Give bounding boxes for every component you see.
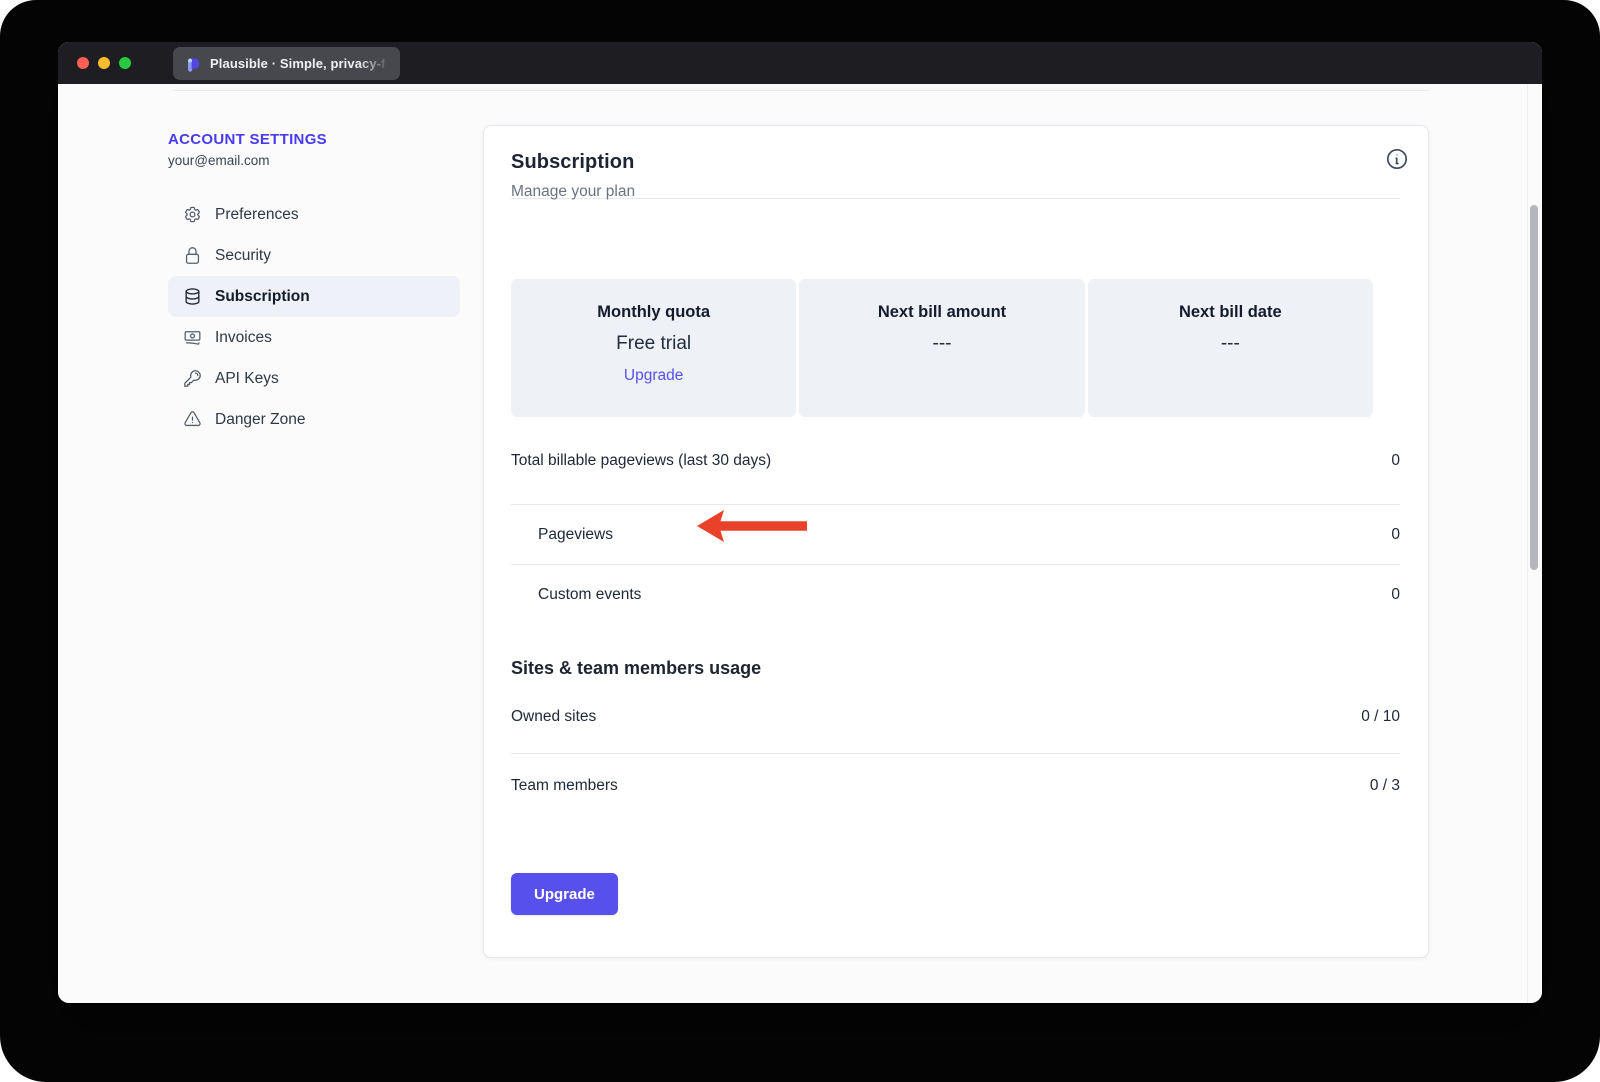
traffic-lights (58, 57, 131, 69)
page-subtitle: Manage your plan (511, 183, 1400, 201)
sidebar-item-api-keys[interactable]: API Keys (168, 358, 460, 399)
usage-row-custom-events: Custom events 0 (511, 565, 1400, 625)
usage-label: Pageviews (511, 526, 613, 544)
usage-value: 0 / 10 (1361, 708, 1400, 726)
usage-label: Custom events (511, 586, 641, 604)
usage-row-team-members: Team members 0 / 3 (511, 754, 1400, 817)
account-email: your@email.com (168, 153, 460, 168)
quota-next-bill-amount: Next bill amount --- (799, 279, 1084, 417)
card-header: Subscription Manage your plan (511, 126, 1400, 198)
sidebar-item-label: Preferences (215, 206, 299, 224)
sidebar-item-danger-zone[interactable]: Danger Zone (168, 399, 460, 440)
usage-value: 0 (1391, 452, 1400, 470)
upgrade-link[interactable]: Upgrade (624, 367, 683, 385)
quota-panel: Monthly quota Free trial Upgrade Next bi… (511, 279, 1373, 417)
usage-label: Total billable pageviews (last 30 days) (511, 452, 771, 470)
info-icon[interactable] (1385, 147, 1409, 171)
zoom-window-button[interactable] (119, 57, 131, 69)
red-arrow-annotation (697, 509, 807, 543)
settings-sidebar: ACCOUNT SETTINGS your@email.com Preferen… (168, 131, 460, 440)
usage-label: Team members (511, 777, 618, 795)
quota-value: Free trial (616, 333, 691, 355)
sidebar-item-security[interactable]: Security (168, 235, 460, 276)
sidebar-item-label: Invoices (215, 329, 272, 347)
window-titlebar: Plausible · Simple, privacy-frien (58, 42, 1542, 84)
browser-tab[interactable]: Plausible · Simple, privacy-frien (173, 47, 400, 80)
quota-next-bill-date: Next bill date --- (1088, 279, 1373, 417)
lock-icon (183, 246, 202, 265)
quota-value: --- (1221, 333, 1240, 355)
sidebar-heading: ACCOUNT SETTINGS (168, 131, 460, 148)
sidebar-item-label: Security (215, 247, 271, 265)
sidebar-item-label: API Keys (215, 370, 279, 388)
quota-header: Next bill date (1179, 303, 1282, 322)
warning-triangle-icon (183, 410, 202, 429)
subscription-card: Subscription Manage your plan (483, 125, 1429, 958)
sidebar-item-label: Subscription (215, 288, 310, 306)
tab-title-fade (358, 47, 400, 80)
usage-label: Owned sites (511, 708, 596, 726)
quota-header: Next bill amount (878, 303, 1006, 322)
quota-header: Monthly quota (597, 303, 710, 322)
database-icon (183, 287, 202, 306)
sidebar-nav: Preferences Security (168, 194, 460, 440)
usage-value: 0 / 3 (1370, 777, 1400, 795)
usage-section-heading: Sites & team members usage (511, 655, 1400, 681)
quota-value: --- (933, 333, 952, 355)
screenshot-backdrop: Plausible · Simple, privacy-frien ACCOUN… (0, 0, 1600, 1082)
sidebar-item-preferences[interactable]: Preferences (168, 194, 460, 235)
sidebar-item-label: Danger Zone (215, 411, 305, 429)
sidebar-item-invoices[interactable]: Invoices (168, 317, 460, 358)
usage-row-pageviews: Pageviews 0 (511, 505, 1400, 565)
minimize-window-button[interactable] (98, 57, 110, 69)
sidebar-item-subscription[interactable]: Subscription (168, 276, 460, 317)
usage-value: 0 (1391, 526, 1400, 544)
usage-value: 0 (1391, 586, 1400, 604)
gear-icon (183, 205, 202, 224)
scrollbar-thumb[interactable] (1530, 205, 1538, 570)
quota-monthly: Monthly quota Free trial Upgrade (511, 279, 796, 417)
banknote-icon (183, 328, 202, 347)
upgrade-button[interactable]: Upgrade (511, 873, 618, 915)
page-top-divider (173, 90, 1429, 91)
browser-window: Plausible · Simple, privacy-frien ACCOUN… (58, 42, 1542, 1003)
page-title: Subscription (511, 151, 1400, 174)
key-icon (183, 369, 202, 388)
usage-row-total-billable: Total billable pageviews (last 30 days) … (511, 417, 1400, 505)
plausible-logo-icon (185, 56, 201, 72)
close-window-button[interactable] (77, 57, 89, 69)
usage-row-owned-sites: Owned sites 0 / 10 (511, 681, 1400, 754)
page-content: ACCOUNT SETTINGS your@email.com Preferen… (58, 84, 1542, 1003)
scrollbar-track (1527, 84, 1528, 1003)
